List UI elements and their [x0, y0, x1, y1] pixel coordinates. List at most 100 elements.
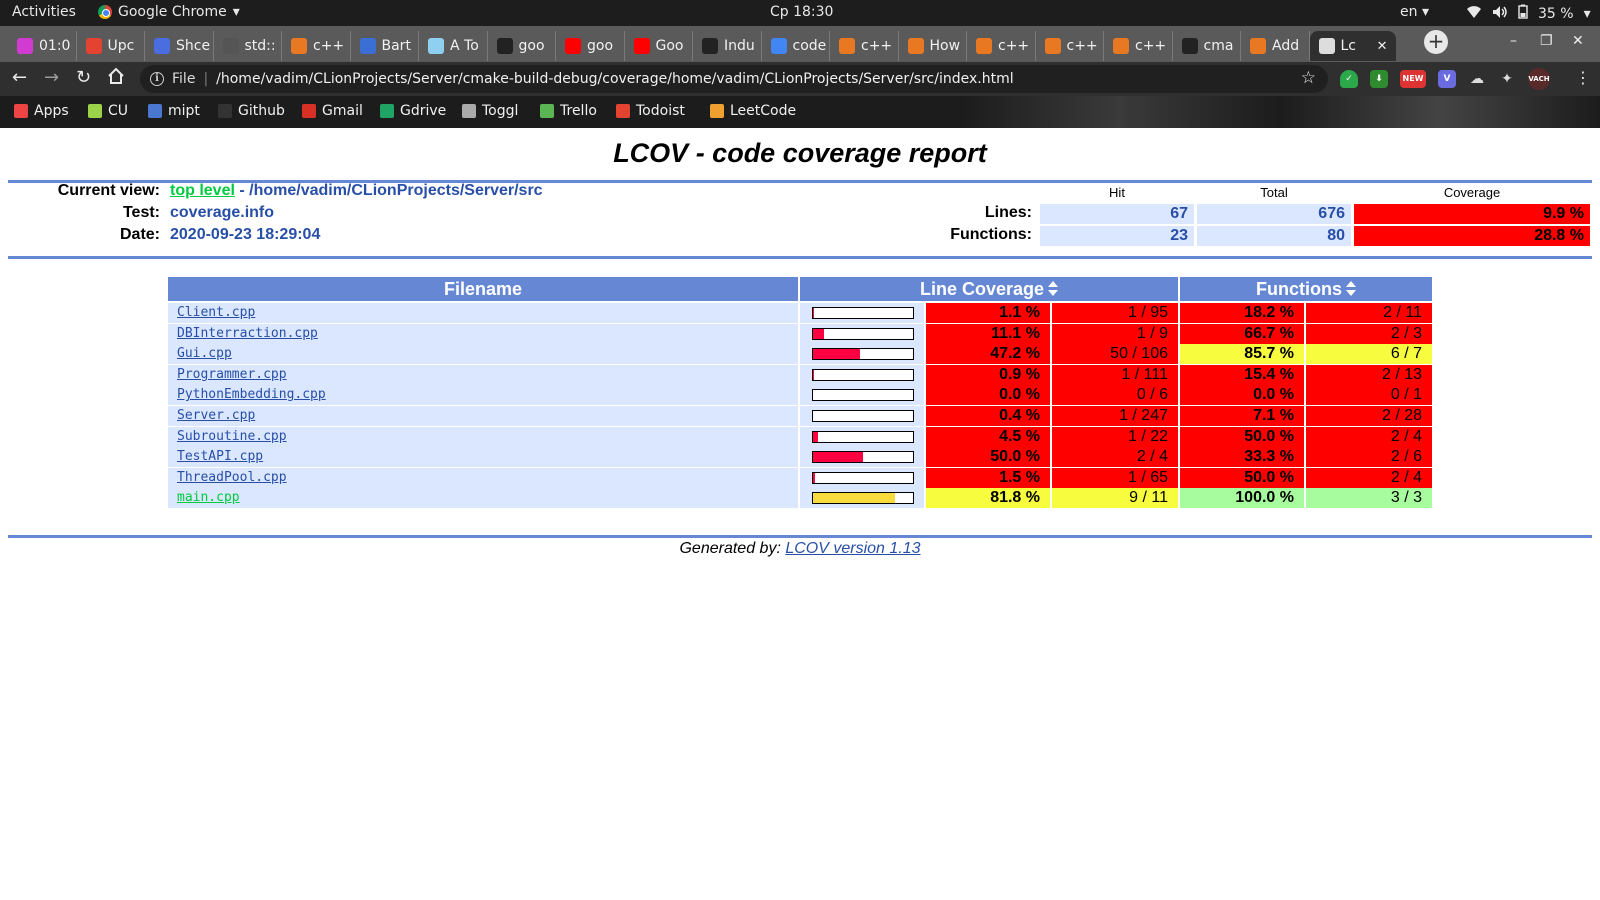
- coverage-bar: [812, 348, 914, 361]
- bookmark-github[interactable]: Github: [218, 103, 285, 119]
- browser-tab[interactable]: c++: [282, 31, 351, 61]
- info-icon[interactable]: i: [150, 72, 164, 86]
- cloud-extension-icon[interactable]: ☁: [1468, 70, 1486, 88]
- file-link[interactable]: PythonEmbedding.cpp: [177, 387, 326, 402]
- activities-button[interactable]: Activities: [12, 4, 76, 20]
- browser-tab[interactable]: Goo: [625, 31, 693, 61]
- app-name: Google Chrome: [118, 4, 227, 20]
- browser-tab[interactable]: Indu: [693, 31, 762, 61]
- bookmark-cu[interactable]: CU: [88, 103, 128, 119]
- file-link[interactable]: Client.cpp: [177, 305, 255, 320]
- language-indicator[interactable]: en ▾: [1400, 4, 1429, 20]
- file-link[interactable]: Programmer.cpp: [177, 367, 287, 382]
- browser-tab[interactable]: code: [762, 31, 830, 61]
- bookmark-todoist[interactable]: Todoist: [616, 103, 685, 119]
- line-coverage-percent: 0.9 %: [926, 364, 1050, 385]
- sort-icon[interactable]: [1048, 281, 1059, 297]
- browser-tab[interactable]: c++: [967, 31, 1036, 61]
- bookmark-gdrive[interactable]: Gdrive: [380, 103, 446, 119]
- tab-title: c++: [1135, 38, 1167, 54]
- browser-tab[interactable]: c++: [1036, 31, 1104, 61]
- new-badge-extension-icon[interactable]: NEW: [1400, 70, 1426, 88]
- tab-title: 01:0: [39, 38, 71, 54]
- tab-title: std::: [244, 38, 276, 54]
- browser-tab[interactable]: goo: [556, 31, 625, 61]
- minimize-icon[interactable]: –: [1510, 33, 1517, 49]
- file-link[interactable]: Subroutine.cpp: [177, 429, 287, 444]
- reload-icon[interactable]: ↻: [76, 67, 91, 88]
- browser-tab[interactable]: How: [899, 31, 967, 61]
- browser-tab[interactable]: Add: [1241, 31, 1310, 61]
- system-tray[interactable]: 35 % ▾: [1466, 4, 1591, 23]
- coverage-bar: [812, 451, 914, 464]
- lcov-version-link[interactable]: LCOV version 1.13: [785, 540, 920, 557]
- file-link[interactable]: TestAPI.cpp: [177, 449, 263, 464]
- forward-arrow-icon[interactable]: →: [44, 67, 59, 88]
- clock[interactable]: Ср 18:30: [770, 4, 833, 20]
- bookmark-toggl[interactable]: Toggl: [462, 103, 518, 119]
- total-column-header: Total: [1260, 185, 1288, 200]
- file-link[interactable]: Gui.cpp: [177, 346, 232, 361]
- coverage-bar-cell: [800, 447, 924, 468]
- bookmark-apps[interactable]: Apps: [14, 103, 69, 119]
- home-icon[interactable]: [107, 67, 125, 90]
- url-separator: |: [203, 71, 209, 87]
- maximize-icon[interactable]: ❐: [1540, 33, 1553, 49]
- file-link[interactable]: DBInterraction.cpp: [177, 326, 318, 341]
- bookmark-leetcode[interactable]: LeetCode: [710, 103, 796, 119]
- close-window-icon[interactable]: ✕: [1572, 33, 1584, 49]
- docs-icon: [154, 38, 170, 54]
- browser-tab[interactable]: c++: [1104, 31, 1173, 61]
- coverage-bar: [812, 327, 914, 340]
- function-coverage-count: 2 / 13: [1306, 364, 1432, 385]
- browser-tab[interactable]: 01:0: [8, 31, 77, 61]
- line-coverage-percent: 1.5 %: [926, 467, 1050, 488]
- bookmark-mipt[interactable]: mipt: [148, 103, 200, 119]
- browser-tab[interactable]: goo: [488, 31, 556, 61]
- battery-level: 35 %: [1538, 5, 1574, 22]
- back-arrow-icon[interactable]: ←: [12, 67, 27, 88]
- line-coverage-count: 2 / 4: [1052, 447, 1178, 468]
- address-bar[interactable]: i File | /home/vadim/CLionProjects/Serve…: [140, 65, 1328, 93]
- browser-tab[interactable]: Upc: [77, 31, 145, 61]
- browser-tab[interactable]: Lc ✕: [1309, 31, 1396, 61]
- file-link[interactable]: Server.cpp: [177, 408, 255, 423]
- profile-avatar[interactable]: VACH: [1528, 68, 1550, 90]
- browser-tab[interactable]: Bart: [351, 31, 419, 61]
- github-icon: [702, 38, 718, 54]
- coverage-bar-fill: [813, 472, 815, 483]
- download-extension-icon[interactable]: ⬇: [1370, 70, 1388, 88]
- bookmark-gmail[interactable]: Gmail: [302, 103, 363, 119]
- browser-tab[interactable]: cma: [1173, 31, 1241, 61]
- functions-column-header[interactable]: Functions: [1180, 277, 1432, 301]
- close-tab-icon[interactable]: ✕: [1377, 39, 1388, 54]
- file-link[interactable]: ThreadPool.cpp: [177, 470, 287, 485]
- browser-tab[interactable]: Shce: [145, 31, 214, 61]
- puzzle-extensions-icon[interactable]: ✦: [1498, 70, 1516, 88]
- browser-tab[interactable]: c++: [830, 31, 899, 61]
- file-link[interactable]: main.cpp: [177, 490, 240, 505]
- browser-tab[interactable]: A To: [419, 31, 488, 61]
- browser-tab[interactable]: std::: [214, 31, 282, 61]
- tab-title: c++: [861, 38, 893, 54]
- current-view-value: top level - /home/vadim/CLionProjects/Se…: [170, 182, 543, 200]
- shield-extension-icon[interactable]: ✓: [1340, 70, 1358, 88]
- new-tab-button[interactable]: +: [1424, 30, 1448, 54]
- coverage-bar-fill: [813, 369, 814, 380]
- v-extension-icon[interactable]: V: [1438, 70, 1456, 88]
- bookmark-trello[interactable]: Trello: [540, 103, 597, 119]
- kebab-menu-icon[interactable]: ⋮: [1575, 68, 1591, 87]
- bookmark-star-icon[interactable]: ☆: [1301, 68, 1316, 88]
- coverage-bar: [812, 389, 914, 402]
- app-menu[interactable]: Google Chrome ▾: [98, 4, 240, 20]
- filename-cell: Client.cpp: [168, 303, 798, 323]
- language-label: en: [1400, 4, 1418, 20]
- sort-icon[interactable]: [1346, 281, 1356, 297]
- top-level-link[interactable]: top level: [170, 182, 235, 199]
- page-content: LCOV - code coverage report Current view…: [0, 128, 1600, 900]
- bookmark-label: Gmail: [322, 103, 363, 119]
- tab-title: Lc: [1340, 38, 1357, 54]
- url-text[interactable]: /home/vadim/CLionProjects/Server/cmake-b…: [216, 71, 1013, 87]
- line-coverage-column-header[interactable]: Line Coverage: [800, 277, 1178, 301]
- function-coverage-count: 2 / 11: [1306, 303, 1432, 323]
